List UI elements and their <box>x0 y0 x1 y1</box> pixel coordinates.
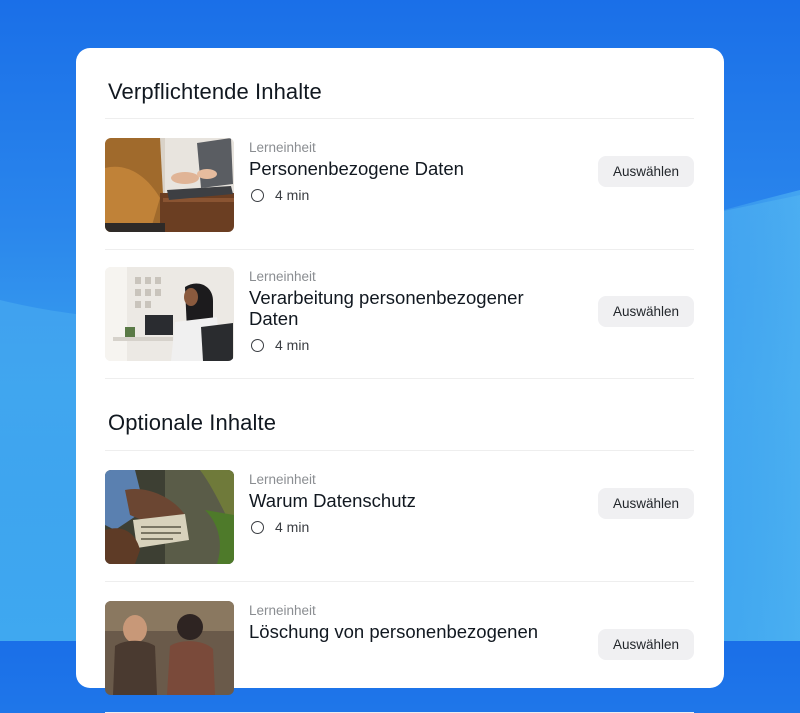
thumbnail-clipboard <box>105 470 234 564</box>
list-item: Lerneinheit Personenbezogene Daten 4 min… <box>105 119 694 250</box>
select-button[interactable]: Auswählen <box>598 296 694 327</box>
item-info: Lerneinheit Löschung von personenbezogen… <box>249 602 549 642</box>
section-title-required: Verpflichtende Inhalte <box>105 48 694 119</box>
thumbnail-desk <box>105 267 234 361</box>
list-item: Lerneinheit Warum Datenschutz 4 min Ausw… <box>105 451 694 582</box>
select-button[interactable]: Auswählen <box>598 629 694 660</box>
item-info: Lerneinheit Personenbezogene Daten 4 min <box>249 139 549 205</box>
item-duration: 4 min <box>275 337 310 353</box>
select-button[interactable]: Auswählen <box>598 156 694 187</box>
duration-circle-icon <box>251 338 264 352</box>
item-title[interactable]: Löschung von personenbezogenen <box>249 621 549 642</box>
item-meta: 4 min <box>249 335 549 355</box>
item-duration: 4 min <box>275 187 310 203</box>
section-title-optional: Optionale Inhalte <box>105 379 694 451</box>
list-item: Lerneinheit Verarbeitung personenbezogen… <box>105 250 694 379</box>
item-info: Lerneinheit Verarbeitung personenbezogen… <box>249 268 549 355</box>
select-button[interactable]: Auswählen <box>598 488 694 519</box>
duration-circle-icon <box>251 520 264 534</box>
item-meta: 4 min <box>249 517 549 537</box>
thumbnail-laptop <box>105 138 234 232</box>
item-kicker: Lerneinheit <box>249 269 316 284</box>
item-title[interactable]: Verarbeitung personenbezogener Daten <box>249 287 549 329</box>
item-meta: 4 min <box>249 185 549 205</box>
list-item: Lerneinheit Löschung von personenbezogen… <box>105 582 694 713</box>
duration-circle-icon <box>251 188 264 202</box>
item-title[interactable]: Warum Datenschutz <box>249 490 549 511</box>
item-title[interactable]: Personenbezogene Daten <box>249 158 549 179</box>
item-duration: 4 min <box>275 519 310 535</box>
thumbnail-meeting <box>105 601 234 695</box>
item-kicker: Lerneinheit <box>249 140 316 155</box>
item-kicker: Lerneinheit <box>249 603 316 618</box>
content-card: Verpflichtende Inhalte Lerneinheit Perso… <box>76 48 724 713</box>
item-kicker: Lerneinheit <box>249 472 316 487</box>
item-info: Lerneinheit Warum Datenschutz 4 min <box>249 471 549 537</box>
